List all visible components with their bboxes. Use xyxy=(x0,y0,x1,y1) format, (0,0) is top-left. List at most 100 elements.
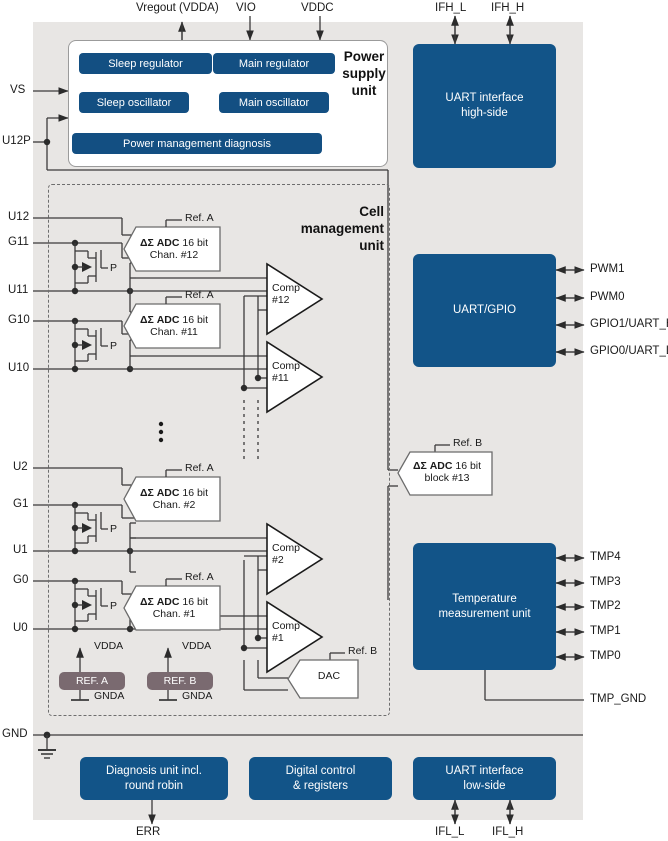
adc11-title-rest: 16 bit xyxy=(179,314,209,326)
uart-hs-line2: high-side xyxy=(461,107,508,119)
adc2-title-rest: 16 bit xyxy=(179,487,209,499)
block-digital-control[interactable]: Digital control & registers xyxy=(249,757,392,800)
comp2-line1: Comp xyxy=(272,542,301,554)
adc12-chan: Chan. #12 xyxy=(149,249,199,261)
comparator-1: Comp #1 xyxy=(272,620,300,644)
pin-label-u11: U11 xyxy=(8,284,29,296)
dac-ref-label: Ref. B xyxy=(348,645,378,657)
pin-label-g10: G10 xyxy=(8,314,30,326)
switch-label-p-1: P xyxy=(110,600,118,612)
temp-line2: measurement unit xyxy=(438,607,531,620)
pin-label-gpio0-uart-ls: GPIO0/UART_LS xyxy=(590,345,668,357)
power-supply-unit-title: Power supply unit xyxy=(334,48,394,99)
comp11-line2: #11 xyxy=(272,372,289,384)
cmu-title-line1: Cell xyxy=(359,204,384,219)
comp12-line1: Comp xyxy=(272,282,301,294)
pin-label-pwm1: PWM1 xyxy=(590,263,625,275)
comp2-line2: #2 xyxy=(272,554,284,566)
pin-label-vio: VIO xyxy=(236,2,256,14)
cmu-title-line3: unit xyxy=(359,238,384,253)
block-main-oscillator[interactable]: Main oscillator xyxy=(219,92,329,113)
ref-b-vdda-label: VDDA xyxy=(182,640,212,652)
ref-a-vdda-label: VDDA xyxy=(94,640,124,652)
comparator-11: Comp #11 xyxy=(272,360,300,384)
pin-label-vddc: VDDC xyxy=(301,2,334,14)
pin-label-u2: U2 xyxy=(13,461,28,473)
ref-a-gnda-label: GNDA xyxy=(94,690,125,702)
switch-label-p-11: P xyxy=(110,340,118,352)
uart-hs-line1: UART interface xyxy=(445,92,524,104)
pin-label-tmp-gnd: TMP_GND xyxy=(590,693,647,705)
uart-ls-line1: UART interface xyxy=(445,764,524,777)
adc11-ref-label: Ref. A xyxy=(185,289,214,301)
adc2-chan: Chan. #2 xyxy=(152,499,196,511)
pin-label-ifh-l: IFH_L xyxy=(435,2,467,14)
adc12-title-bold: ΔΣ ADC xyxy=(139,237,180,249)
pin-label-tmp4: TMP4 xyxy=(590,551,621,563)
comp1-line2: #1 xyxy=(272,632,284,644)
pin-label-gnd: GND xyxy=(2,728,28,740)
adc-chan-2: ΔΣ ADC 16 bit Chan. #2 xyxy=(128,487,220,511)
dac-block-label: DAC xyxy=(317,670,341,682)
comp1-line1: Comp xyxy=(272,620,301,632)
adc1-chan: Chan. #1 xyxy=(152,608,196,620)
temp-line1: Temperature xyxy=(452,592,517,605)
block-uart-interface-high-side[interactable]: UART interface high-side xyxy=(413,44,556,168)
comp11-line1: Comp xyxy=(272,360,301,372)
comparator-12: Comp #12 xyxy=(272,282,300,306)
diagram-canvas: Power supply unit Sleep regulator Main r… xyxy=(0,0,668,841)
adc-block-13: ΔΣ ADC 16 bit block #13 xyxy=(402,460,492,484)
psu-title-line1: Power xyxy=(343,49,385,64)
block-power-management-diagnosis[interactable]: Power management diagnosis xyxy=(72,133,322,154)
adc13-title-bold: ΔΣ ADC xyxy=(412,460,453,472)
block-uart-gpio[interactable]: UART/GPIO xyxy=(413,254,556,367)
block-sleep-oscillator[interactable]: Sleep oscillator xyxy=(79,92,189,113)
uart-ls-line2: low-side xyxy=(463,779,506,792)
block-diagnosis-unit[interactable]: Diagnosis unit incl. round robin xyxy=(80,757,228,800)
pin-label-vregout: Vregout (VDDA) xyxy=(136,2,219,14)
pin-label-tmp3: TMP3 xyxy=(590,576,621,588)
block-uart-interface-low-side[interactable]: UART interface low-side xyxy=(413,757,556,800)
digital-control-line1: Digital control xyxy=(285,764,356,777)
switch-label-p-12: P xyxy=(110,262,118,274)
ref-b-block: REF. B xyxy=(147,672,213,690)
pin-label-ifl-l: IFL_L xyxy=(435,826,465,838)
uart-gpio-line1: UART/GPIO xyxy=(452,304,517,316)
pin-label-u1: U1 xyxy=(13,544,28,556)
block-temperature-measurement-unit[interactable]: Temperature measurement unit xyxy=(413,543,556,670)
pin-label-g11: G11 xyxy=(8,236,29,248)
psu-title-line2: supply xyxy=(342,66,386,81)
pin-label-tmp2: TMP2 xyxy=(590,600,621,612)
adc-chan-11: ΔΣ ADC 16 bit Chan. #11 xyxy=(128,314,220,338)
cell-management-unit-title: Cell management unit xyxy=(276,203,384,254)
cell-management-unit xyxy=(48,184,390,716)
block-main-regulator[interactable]: Main regulator xyxy=(213,53,335,74)
pin-label-gpio1-uart-hs: GPIO1/UART_HS xyxy=(590,318,668,330)
pin-label-ifh-h: IFH_H xyxy=(491,2,525,14)
adc2-title-bold: ΔΣ ADC xyxy=(139,487,180,499)
pin-label-pwm0: PWM0 xyxy=(590,291,625,303)
pin-label-u0: U0 xyxy=(13,622,28,634)
pin-label-g1: G1 xyxy=(13,498,29,510)
adc12-ref-label: Ref. A xyxy=(185,212,214,224)
adc13-ref-label: Ref. B xyxy=(453,437,483,449)
pin-label-ifl-h: IFL_H xyxy=(492,826,524,838)
adc12-title-rest: 16 bit xyxy=(179,237,209,249)
cmu-title-line2: management xyxy=(300,221,384,236)
diagnosis-line1: Diagnosis unit incl. xyxy=(106,764,202,777)
pin-label-tmp0: TMP0 xyxy=(590,650,621,662)
pin-label-u10: U10 xyxy=(8,362,30,374)
pin-label-g0: G0 xyxy=(13,574,29,586)
psu-title-line3: unit xyxy=(351,83,377,98)
comparator-2: Comp #2 xyxy=(272,542,300,566)
adc1-title-rest: 16 bit xyxy=(179,596,209,608)
pin-label-err: ERR xyxy=(136,826,161,838)
adc13-block: block #13 xyxy=(424,472,470,484)
diagnosis-line2: round robin xyxy=(124,779,184,792)
switch-label-p-2: P xyxy=(110,523,118,535)
block-sleep-regulator[interactable]: Sleep regulator xyxy=(79,53,212,74)
comp12-line2: #12 xyxy=(272,294,290,306)
pin-label-tmp1: TMP1 xyxy=(590,625,621,637)
adc2-ref-label: Ref. A xyxy=(185,462,214,474)
pin-label-u12: U12 xyxy=(8,211,30,223)
